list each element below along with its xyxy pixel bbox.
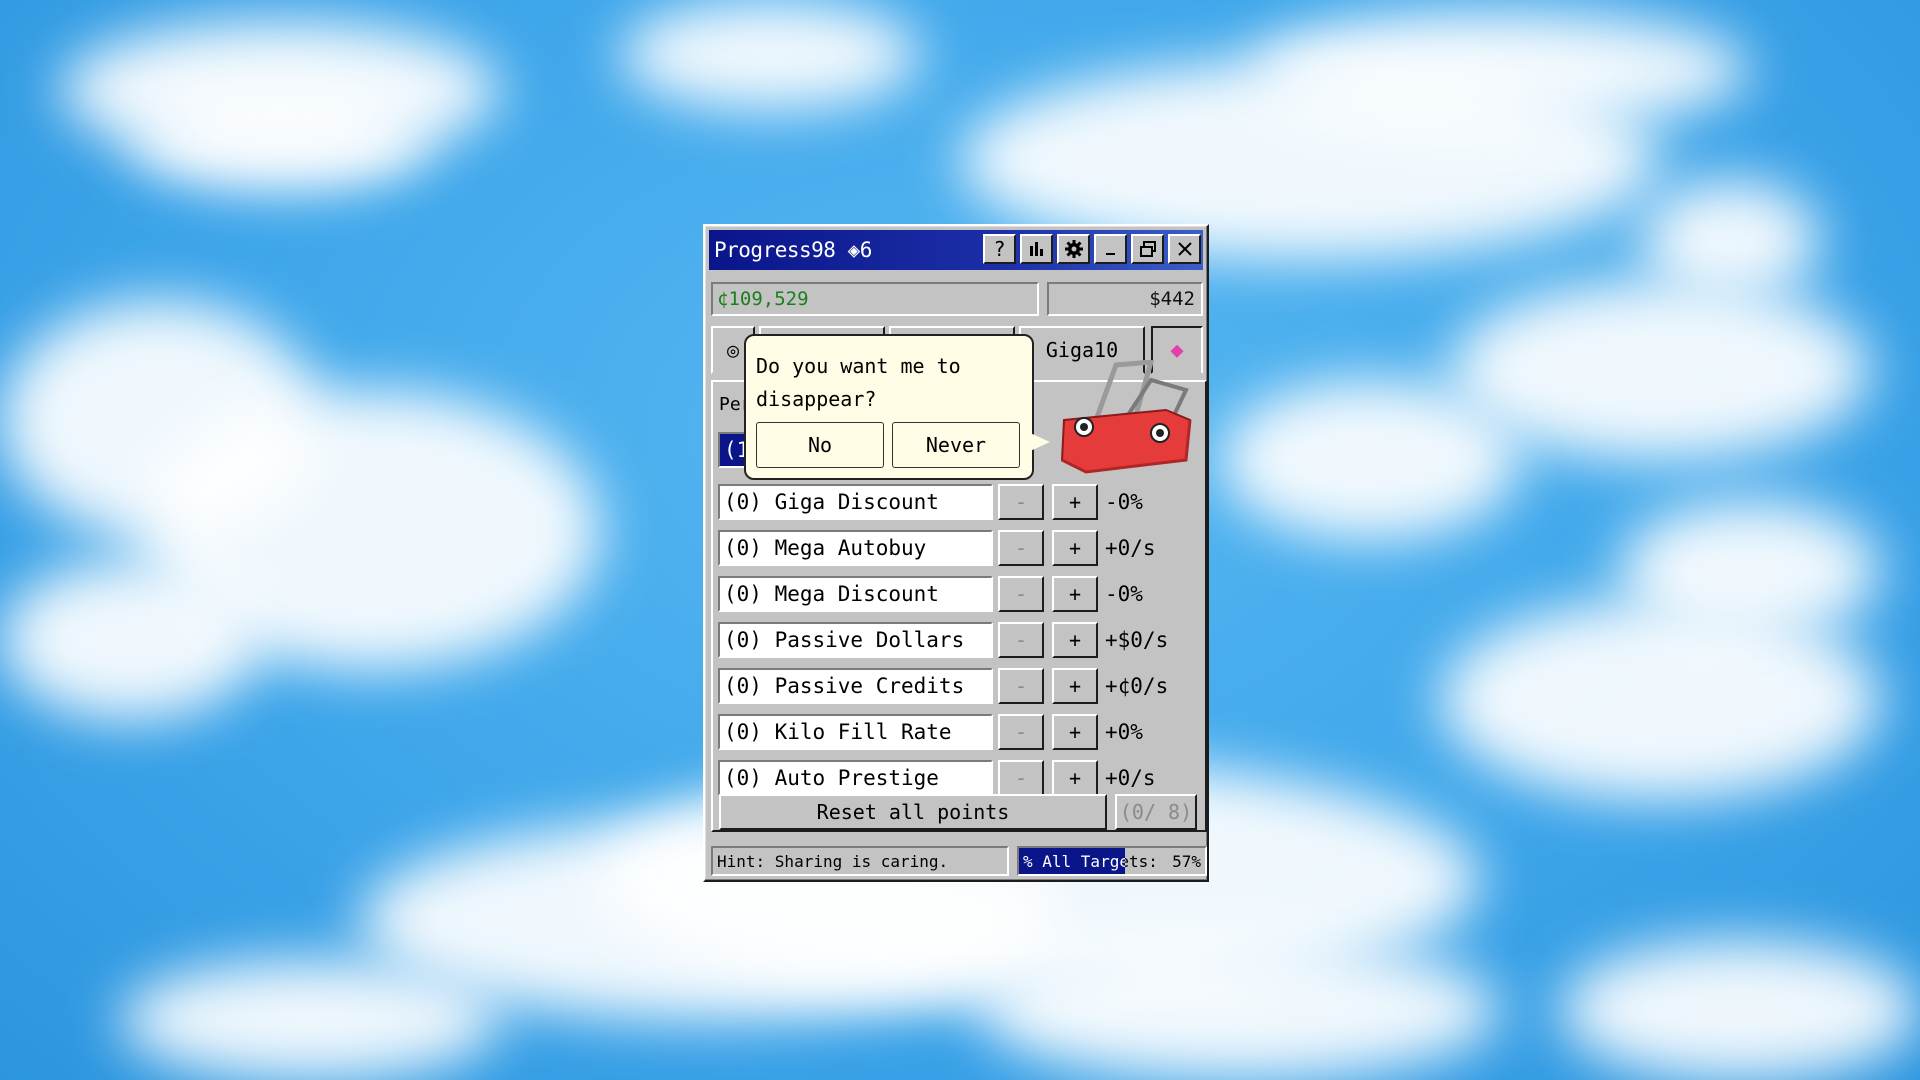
perk-effect: +$0/s [1105, 628, 1169, 652]
credits-display: ¢109,529 [711, 282, 1039, 316]
perk-decrease-button[interactable]: - [998, 576, 1044, 612]
perk-increase-button[interactable]: + [1052, 714, 1098, 750]
perk-effect: +¢0/s [1105, 674, 1169, 698]
perk-effect: +0/s [1105, 536, 1156, 560]
perk-name: (0) Mega Autobuy [718, 530, 993, 566]
perk-effect: -0% [1105, 582, 1143, 606]
progress-percent: 57% [1172, 851, 1201, 871]
help-button[interactable]: ? [983, 234, 1016, 264]
perk-increase-button[interactable]: + [1052, 622, 1098, 658]
perk-row: (0) Passive Credits [718, 668, 998, 704]
perk-decrease-button[interactable]: - [998, 622, 1044, 658]
perk-effect: -0% [1105, 490, 1143, 514]
perk-row: (0) Passive Dollars [718, 622, 998, 658]
perk-name: (0) Passive Credits [718, 668, 993, 704]
perk-effect: +0% [1105, 720, 1143, 744]
perk-decrease-button[interactable]: - [998, 530, 1044, 566]
close-icon [1177, 242, 1192, 256]
window-title: Progress98 ◈6 [714, 238, 872, 262]
perk-decrease-button[interactable]: - [998, 760, 1044, 796]
reset-all-points-button[interactable]: Reset all points [719, 794, 1107, 830]
target-icon: ◎ [726, 338, 740, 362]
perk-name: (0) Giga Discount [718, 484, 993, 520]
binder-clip-assistant-icon[interactable] [1056, 360, 1196, 485]
title-bar[interactable]: Progress98 ◈6 ? [709, 230, 1203, 270]
close-button[interactable] [1168, 234, 1201, 264]
never-button[interactable]: Never [892, 422, 1020, 468]
stats-button[interactable] [1020, 234, 1053, 264]
perk-decrease-button[interactable]: - [998, 484, 1044, 520]
perk-row: (0) Mega Autobuy [718, 530, 998, 566]
perk-effect: +0/s [1105, 766, 1156, 790]
perk-increase-button[interactable]: + [1052, 576, 1098, 612]
all-targets-progress: % All Targets: % All Targets: 57% [1017, 846, 1207, 876]
dollars-display: $442 [1047, 282, 1203, 316]
perk-decrease-button[interactable]: - [998, 714, 1044, 750]
perk-increase-button[interactable]: + [1052, 530, 1098, 566]
progress98-window: Progress98 ◈6 ? ¢109,529 $442 ◎ Giga10 ◆ [703, 224, 1209, 882]
perk-increase-button[interactable]: + [1052, 668, 1098, 704]
no-button[interactable]: No [756, 422, 884, 468]
restore-button[interactable] [1131, 234, 1164, 264]
hint-text: Hint: Sharing is caring. [711, 846, 1009, 876]
minimize-button[interactable] [1094, 234, 1127, 264]
perk-name: (0) Auto Prestige [718, 760, 993, 796]
perk-row: (0) Mega Discount [718, 576, 998, 612]
perk-increase-button[interactable]: + [1052, 484, 1098, 520]
diamond-icon: ◆ [1170, 337, 1184, 363]
perk-name: (0) Passive Dollars [718, 622, 993, 658]
points-counter: (0/ 8) [1115, 794, 1197, 830]
perk-row: (0) Giga Discount [718, 484, 998, 520]
perk-name: (0) Mega Discount [718, 576, 993, 612]
perk-row: (0) Kilo Fill Rate [718, 714, 998, 750]
restore-icon [1139, 241, 1156, 257]
gear-icon [1064, 240, 1083, 258]
speech-bubble-tail [1028, 432, 1050, 452]
perk-increase-button[interactable]: + [1052, 760, 1098, 796]
perk-name: (0) Kilo Fill Rate [718, 714, 993, 750]
assistant-speech-bubble: Do you want me to disappear? No Never [744, 334, 1034, 480]
minimize-icon [1105, 253, 1115, 255]
bar-chart-icon [1029, 242, 1043, 256]
perk-decrease-button[interactable]: - [998, 668, 1044, 704]
assistant-question: Do you want me to disappear? [756, 354, 961, 411]
perk-row: (0) Auto Prestige [718, 760, 998, 796]
settings-button[interactable] [1057, 234, 1090, 264]
